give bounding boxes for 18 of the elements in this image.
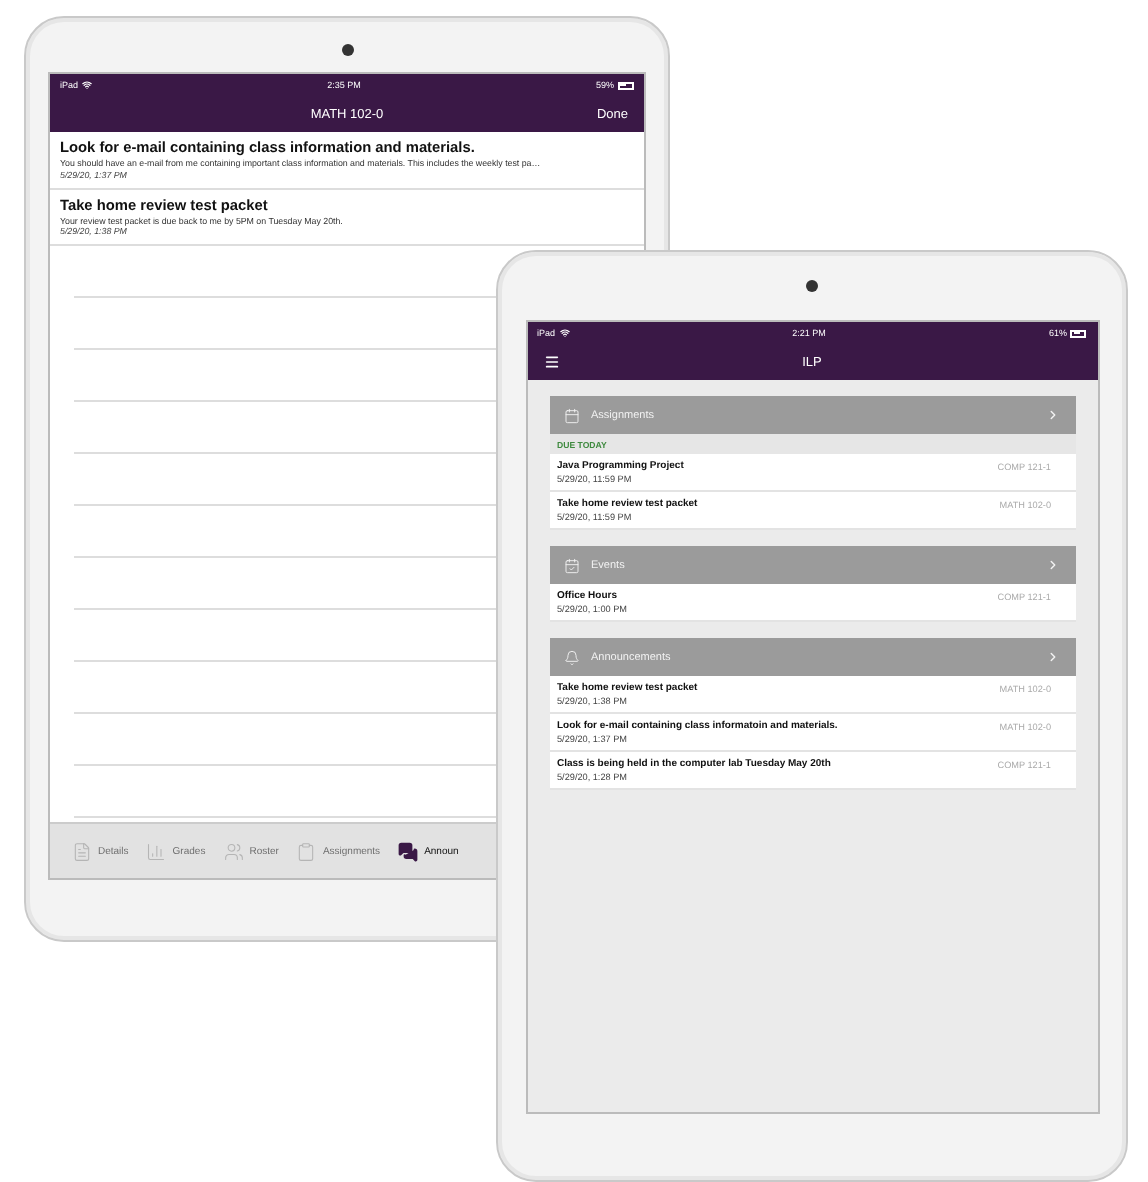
battery-icon <box>617 81 634 89</box>
chevron-icon <box>1045 650 1059 664</box>
menu-button[interactable] <box>543 354 559 370</box>
wifi-icon <box>559 328 570 338</box>
wifi-icon <box>82 80 93 90</box>
bell-icon <box>563 649 579 665</box>
clipboard-icon <box>296 841 317 861</box>
camera-icon <box>806 280 818 292</box>
chart-icon <box>146 841 167 861</box>
calendar-icon <box>563 407 579 423</box>
chat-icon <box>398 841 419 861</box>
battery-icon <box>1070 329 1087 337</box>
document-icon <box>72 841 92 861</box>
people-icon <box>223 841 244 861</box>
camera-icon <box>341 44 353 56</box>
calendar-icon <box>563 557 579 573</box>
chevron-icon <box>1045 558 1059 572</box>
chevron-icon <box>1045 408 1059 422</box>
